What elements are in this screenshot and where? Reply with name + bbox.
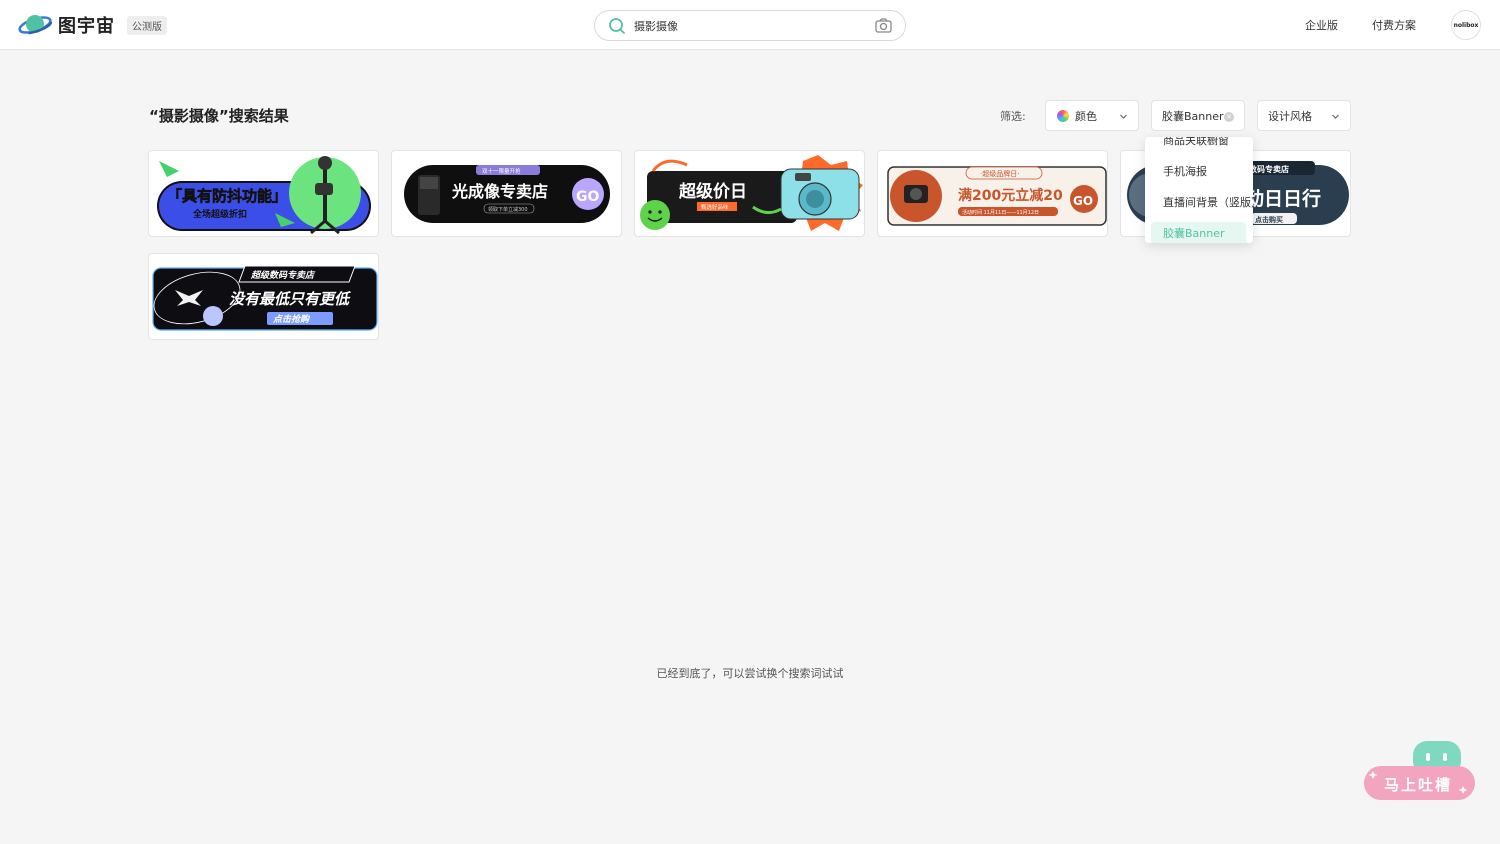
card-main-text: 光成像专卖店 xyxy=(451,182,548,201)
dropdown-item[interactable]: 直播间背景（竖版） xyxy=(1145,191,1253,215)
nav-pricing[interactable]: 付费方案 xyxy=(1372,17,1416,33)
card-go-text: GO xyxy=(576,189,599,205)
style-filter[interactable]: 设计风格 xyxy=(1257,100,1351,131)
color-filter[interactable]: 颜色 xyxy=(1045,100,1139,131)
card-main-text: 动日日行 xyxy=(1245,187,1321,210)
banner-preview: 双十一限量开抢 光成像专卖店 领取下单立减300 GO xyxy=(404,165,610,223)
banner-preview: 超级数码专卖店 没有最低只有更低 点击抢购 xyxy=(152,265,378,331)
card-sub-text: 甄选好品味 xyxy=(701,203,729,211)
card-sub-text: 点击购买 xyxy=(1255,215,1283,224)
card-sub-text: 领取下单立减300 xyxy=(488,206,528,213)
style-filter-label: 设计风格 xyxy=(1268,109,1312,123)
search-icon xyxy=(609,17,625,34)
clear-icon[interactable]: ✕ xyxy=(1224,112,1234,122)
banner-preview: 「具有防抖功能」 全场超级折扣 xyxy=(157,156,371,235)
card-sub-text: 全场超级折扣 xyxy=(192,208,247,220)
card-main-text: 「具有防抖功能」 xyxy=(167,187,287,205)
beta-badge: 公测版 xyxy=(127,15,167,35)
banner-preview: 超级价日 甄选好品味 xyxy=(640,155,863,231)
logo[interactable]: 图宇宙 公测版 xyxy=(18,11,167,39)
card-go-text: GO xyxy=(1073,194,1093,208)
avatar[interactable]: nolibox xyxy=(1451,10,1481,40)
type-filter[interactable]: 胶囊Banner ✕ xyxy=(1151,100,1245,131)
card-tag-text: 双十一限量开抢 xyxy=(482,167,521,175)
result-card[interactable]: 超级价日 甄选好品味 xyxy=(634,150,865,237)
results-title: “摄影摄像”搜索结果 xyxy=(149,107,289,125)
search-input[interactable] xyxy=(634,19,864,32)
card-main-text: 满200元立减20 xyxy=(958,187,1063,204)
card-tag-text: ·超级品牌日· xyxy=(980,169,1019,178)
dropdown-item[interactable]: 商品关联橱窗 xyxy=(1145,137,1253,153)
feedback-label: 马上吐槽 xyxy=(1384,776,1453,794)
card-tag-text: 超级数码专卖店 xyxy=(250,270,316,281)
card-sub-text: 活动时间 11月11日——11月12日 xyxy=(962,209,1039,216)
result-card[interactable]: 「具有防抖功能」 全场超级折扣 xyxy=(148,150,379,237)
type-dropdown[interactable]: 商品关联橱窗 手机海报 直播间背景（竖版） 胶囊Banner xyxy=(1145,137,1253,243)
chevron-down-icon xyxy=(1120,114,1127,119)
top-header: 图宇宙 公测版 企业版 付费方案 nolibox xyxy=(0,0,1500,50)
card-main-text: 超级价日 xyxy=(679,181,747,202)
planet-logo-icon xyxy=(18,15,52,35)
banner-preview: ·超级品牌日· 满200元立减20 活动时间 11月11日——11月12日 GO xyxy=(887,166,1107,226)
logo-text: 图宇宙 xyxy=(58,16,115,37)
filter-label: 筛选: xyxy=(1000,110,1026,123)
card-sub-text: 点击抢购 xyxy=(272,314,311,325)
color-filter-label: 颜色 xyxy=(1075,109,1097,123)
card-tag-text: 数码专卖店 xyxy=(1249,164,1289,174)
dropdown-item[interactable]: 手机海报 xyxy=(1145,160,1253,184)
search-bar[interactable] xyxy=(594,10,906,41)
result-card[interactable]: 超级数码专卖店 没有最低只有更低 点击抢购 xyxy=(148,253,379,340)
dropdown-item-selected[interactable]: 胶囊Banner xyxy=(1151,222,1246,243)
result-card[interactable]: ·超级品牌日· 满200元立减20 活动时间 11月11日——11月12日 GO xyxy=(877,150,1108,237)
card-main-text: 没有最低只有更低 xyxy=(229,290,352,308)
type-filter-label: 胶囊Banner xyxy=(1162,109,1224,123)
camera-search-icon[interactable] xyxy=(875,18,892,33)
nav-enterprise[interactable]: 企业版 xyxy=(1305,17,1338,33)
feedback-button[interactable]: 马上吐槽 xyxy=(1363,741,1476,801)
color-wheel-icon xyxy=(1057,109,1069,122)
end-of-results-note: 已经到底了，可以尝试换个搜索词试试 xyxy=(656,667,844,680)
result-card[interactable]: 双十一限量开抢 光成像专卖店 领取下单立减300 GO xyxy=(391,150,622,237)
chevron-down-icon xyxy=(1332,114,1339,119)
